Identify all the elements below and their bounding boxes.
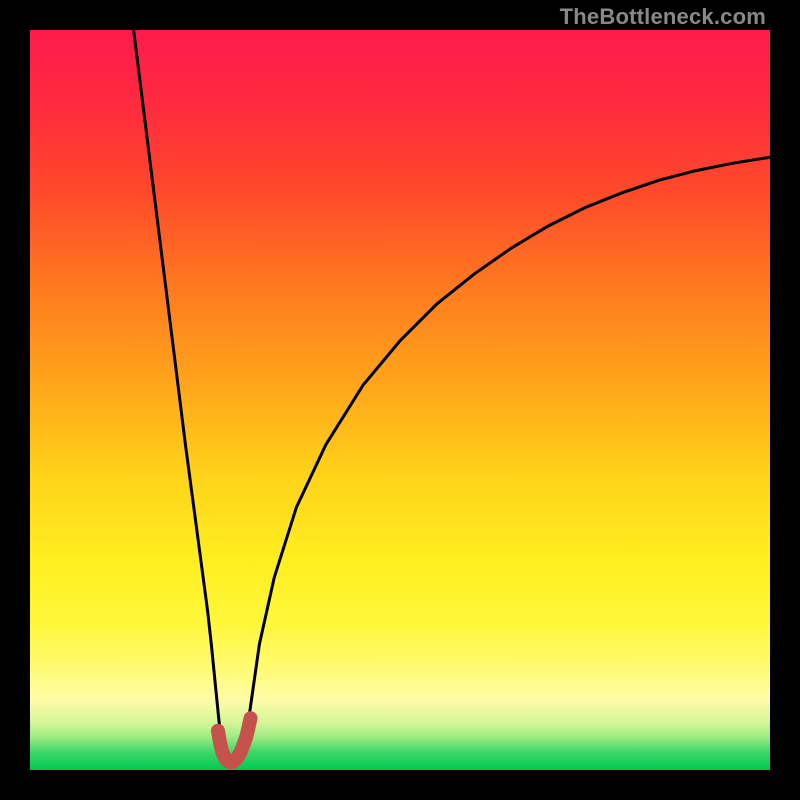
chart-frame: [30, 30, 770, 770]
watermark-text: TheBottleneck.com: [560, 4, 766, 30]
bottleneck-chart: [30, 30, 770, 770]
gradient-background: [30, 30, 770, 770]
